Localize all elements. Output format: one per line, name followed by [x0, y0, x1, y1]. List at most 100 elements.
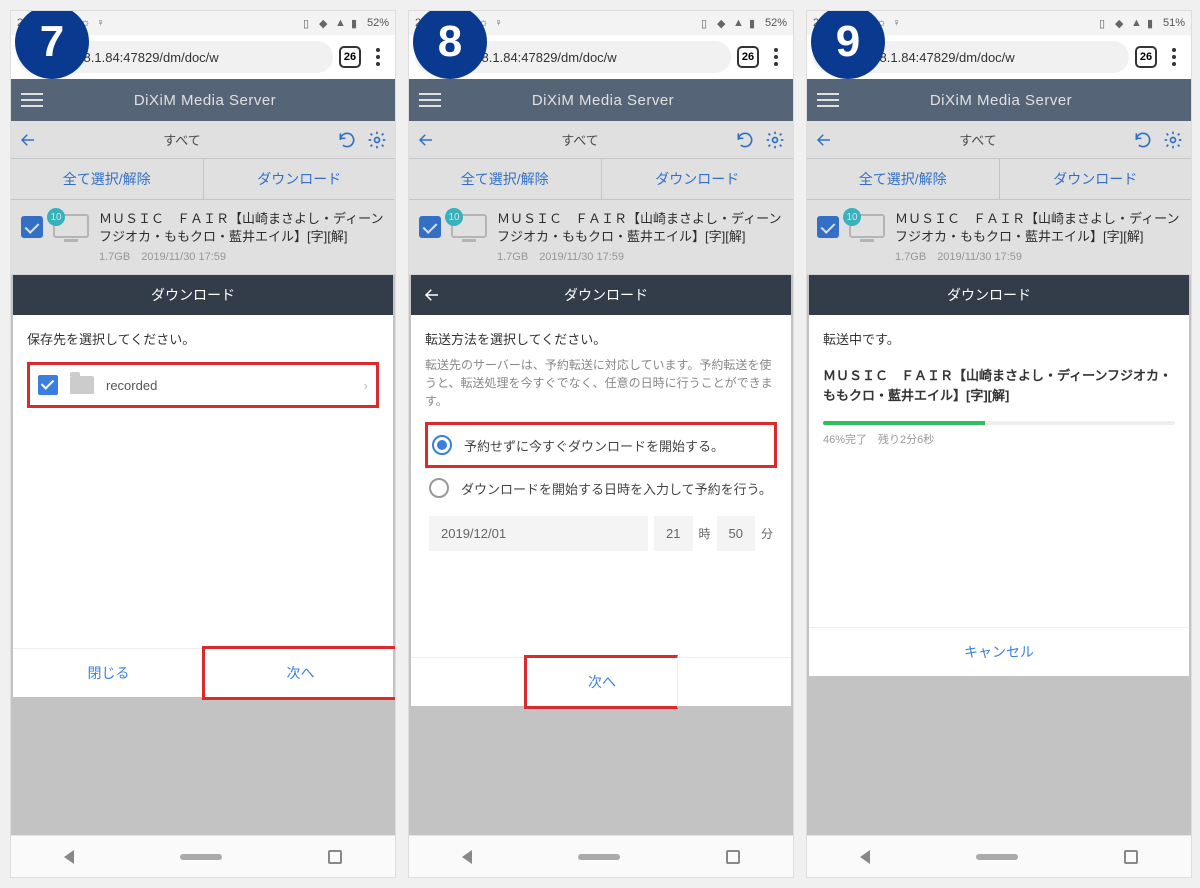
gear-icon[interactable] — [765, 130, 785, 150]
download-dialog: ダウンロード 転送方法を選択してください。 転送先のサーバーは、予約転送に対応し… — [411, 275, 791, 706]
select-all-button[interactable]: 全て選択/解除 — [807, 159, 1000, 199]
hour-field[interactable]: 21 — [654, 516, 692, 551]
radio-label: ダウンロードを開始する日時を入力して予約を行う。 — [461, 479, 772, 498]
hamburger-icon[interactable] — [817, 93, 839, 107]
close-button[interactable]: 閉じる — [13, 649, 205, 697]
nav-back-icon[interactable] — [462, 850, 472, 864]
hamburger-icon[interactable] — [419, 93, 441, 107]
radio-icon[interactable] — [432, 435, 452, 455]
dialog-header: ダウンロード — [13, 275, 393, 315]
progress-fill — [823, 421, 985, 425]
download-dialog: ダウンロード 保存先を選択してください。 recorded › 閉じる 次へ — [13, 275, 393, 697]
next-button[interactable]: 次へ — [202, 646, 396, 700]
phone-step-9: 9 21:37 ▪ ✿ ☼ ♀ ▯ ◆ ▲ ▮ 51% 92.168.1.84:… — [806, 10, 1192, 878]
item-checkbox[interactable] — [419, 216, 441, 238]
download-button[interactable]: ダウンロード — [602, 159, 794, 199]
nav-back-icon[interactable] — [860, 850, 870, 864]
dialog-prompt: 転送方法を選択してください。 — [425, 329, 777, 348]
dialog-header: ダウンロード — [411, 275, 791, 315]
cancel-button[interactable]: キャンセル — [809, 628, 1189, 676]
select-all-button[interactable]: 全て選択/解除 — [11, 159, 204, 199]
nav-home-pill[interactable] — [976, 854, 1018, 860]
list-item[interactable]: 10 ＭＵＳＩＣ ＦＡＩＲ【山崎まさよし・ディーンフジオカ・ももクロ・藍井エイル… — [409, 200, 793, 275]
nav-recent-icon[interactable] — [328, 850, 342, 864]
vibrate-icon: ▯ — [1099, 17, 1111, 29]
radio-label: 予約せずに今すぐダウンロードを開始する。 — [464, 436, 724, 455]
folder-row[interactable]: recorded › — [27, 362, 379, 408]
item-checkbox[interactable] — [21, 216, 43, 238]
phone-step-8: 8 21:35 ▪ ✿ ☼ ♀ ▯ ◆ ▲ ▮ 52% 92.168.1.84:… — [408, 10, 794, 878]
tab-count[interactable]: 26 — [737, 46, 759, 68]
dialog-back-icon[interactable] — [423, 286, 441, 304]
battery-pct: 52% — [765, 17, 787, 29]
nav-home-pill[interactable] — [578, 854, 620, 860]
app-header: DiXiM Media Server — [807, 79, 1191, 121]
back-icon[interactable] — [19, 131, 37, 149]
android-nav-bar — [409, 835, 793, 877]
radio-icon[interactable] — [429, 478, 449, 498]
battery-icon: ▮ — [351, 17, 363, 29]
tv-icon: 10 — [53, 214, 89, 242]
nav-recent-icon[interactable] — [726, 850, 740, 864]
quality-badge: 10 — [843, 208, 861, 226]
reload-icon[interactable] — [1133, 130, 1153, 150]
nav-recent-icon[interactable] — [1124, 850, 1138, 864]
minute-field[interactable]: 50 — [717, 516, 755, 551]
battery-icon: ▮ — [1147, 17, 1159, 29]
signal-icon: ▲ — [335, 17, 347, 29]
app-header: DiXiM Media Server — [409, 79, 793, 121]
dialog-description: 転送先のサーバーは、予約転送に対応しています。予約転送を使うと、転送処理を今すぐ… — [425, 356, 777, 410]
browser-menu-icon[interactable] — [1163, 48, 1185, 66]
back-icon[interactable] — [417, 131, 435, 149]
action-bar: 全て選択/解除 ダウンロード — [11, 159, 395, 200]
dialog-title: ダウンロード — [25, 285, 381, 305]
nav-back-icon[interactable] — [64, 850, 74, 864]
vibrate-icon: ▯ — [303, 17, 315, 29]
browser-menu-icon[interactable] — [765, 48, 787, 66]
app-title: DiXiM Media Server — [55, 92, 385, 109]
item-meta: 1.7GB 2019/11/30 17:59 — [497, 248, 783, 264]
item-checkbox[interactable] — [817, 216, 839, 238]
item-meta: 1.7GB 2019/11/30 17:59 — [895, 248, 1181, 264]
download-button[interactable]: ダウンロード — [1000, 159, 1192, 199]
hamburger-icon[interactable] — [21, 93, 43, 107]
date-field[interactable]: 2019/12/01 — [429, 516, 648, 551]
bulb-icon: ♀ — [97, 17, 109, 29]
download-dialog: ダウンロード 転送中です。 ＭＵＳＩＣ ＦＡＩＲ【山崎まさよし・ディーンフジオカ… — [809, 275, 1189, 676]
browser-menu-icon[interactable] — [367, 48, 389, 66]
vibrate-icon: ▯ — [701, 17, 713, 29]
bulb-icon: ♀ — [893, 17, 905, 29]
nav-home-pill[interactable] — [180, 854, 222, 860]
tv-icon: 10 — [451, 214, 487, 242]
folder-checkbox[interactable] — [38, 375, 58, 395]
radio-schedule[interactable]: ダウンロードを開始する日時を入力して予約を行う。 — [425, 468, 777, 508]
reload-icon[interactable] — [337, 130, 357, 150]
app-title: DiXiM Media Server — [851, 92, 1181, 109]
folder-icon — [70, 376, 94, 394]
select-all-button[interactable]: 全て選択/解除 — [409, 159, 602, 199]
tab-count[interactable]: 26 — [1135, 46, 1157, 68]
android-nav-bar — [807, 835, 1191, 877]
gear-icon[interactable] — [1163, 130, 1183, 150]
tv-icon: 10 — [849, 214, 885, 242]
item-title: ＭＵＳＩＣ ＦＡＩＲ【山崎まさよし・ディーンフジオカ・ももクロ・藍井エイル】[字… — [497, 210, 783, 246]
sub-header: すべて — [409, 121, 793, 159]
progress-bar — [823, 421, 1175, 425]
dialog-title: ダウンロード — [453, 285, 779, 305]
tab-count[interactable]: 26 — [339, 46, 361, 68]
dialog-prompt: 転送中です。 — [823, 329, 1175, 348]
gear-icon[interactable] — [367, 130, 387, 150]
download-button[interactable]: ダウンロード — [204, 159, 396, 199]
next-button[interactable]: 次へ — [524, 655, 678, 709]
dialog-title: ダウンロード — [821, 285, 1177, 305]
chevron-right-icon: › — [364, 378, 368, 393]
radio-download-now[interactable]: 予約せずに今すぐダウンロードを開始する。 — [425, 422, 777, 468]
list-item[interactable]: 10 ＭＵＳＩＣ ＦＡＩＲ【山崎まさよし・ディーンフジオカ・ももクロ・藍井エイル… — [11, 200, 395, 275]
subheader-label: すべて — [37, 130, 327, 149]
list-item[interactable]: 10 ＭＵＳＩＣ ＦＡＩＲ【山崎まさよし・ディーンフジオカ・ももクロ・藍井エイル… — [807, 200, 1191, 275]
hour-unit: 時 — [699, 525, 711, 542]
back-icon[interactable] — [815, 131, 833, 149]
subheader-label: すべて — [435, 130, 725, 149]
wifi-icon: ◆ — [717, 17, 729, 29]
reload-icon[interactable] — [735, 130, 755, 150]
